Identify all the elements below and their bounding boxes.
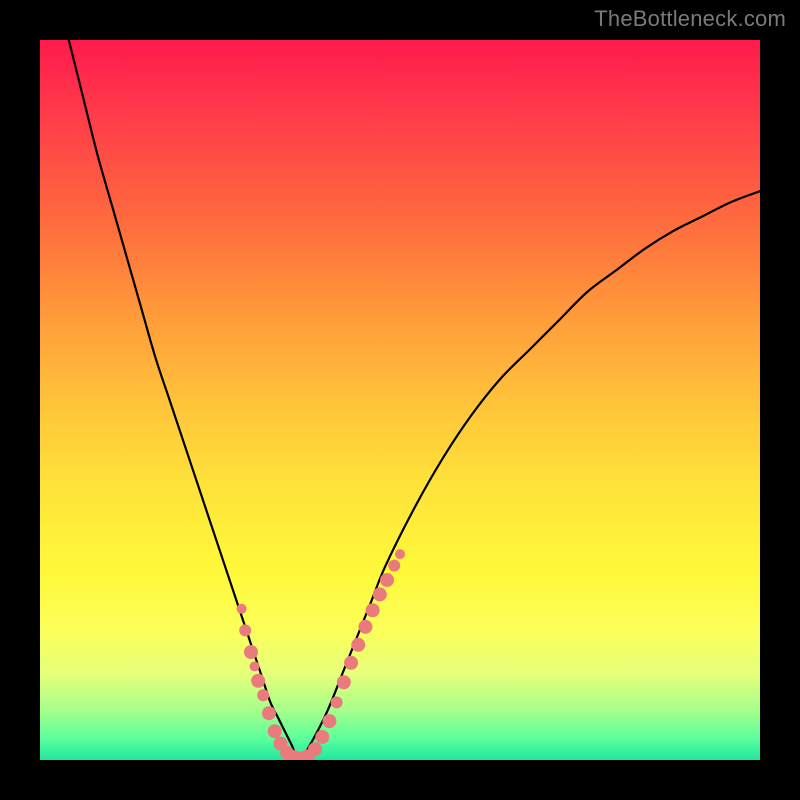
data-point-marker [366,603,380,617]
data-point-marker [395,549,405,559]
data-point-marker [351,638,365,652]
data-point-marker [315,730,329,744]
data-point-marker [373,587,387,601]
data-point-marker [344,656,358,670]
chart-svg [40,40,760,760]
data-point-marker [262,706,276,720]
data-point-marker [358,620,372,634]
data-point-marker [250,661,260,671]
bottleneck-curve [69,40,760,760]
data-point-marker [388,560,400,572]
data-point-marker [251,674,265,688]
data-point-marker [331,696,343,708]
chart-frame: TheBottleneck.com [0,0,800,800]
data-point-marker [257,689,269,701]
data-point-marker [237,604,247,614]
data-point-marker [322,714,336,728]
data-point-marker [244,645,258,659]
watermark-text: TheBottleneck.com [594,6,786,32]
plot-area [40,40,760,760]
data-point-marker [239,624,251,636]
data-point-marker [308,742,322,756]
data-point-marker [380,573,394,587]
data-point-marker [337,675,351,689]
data-point-marker [268,724,282,738]
